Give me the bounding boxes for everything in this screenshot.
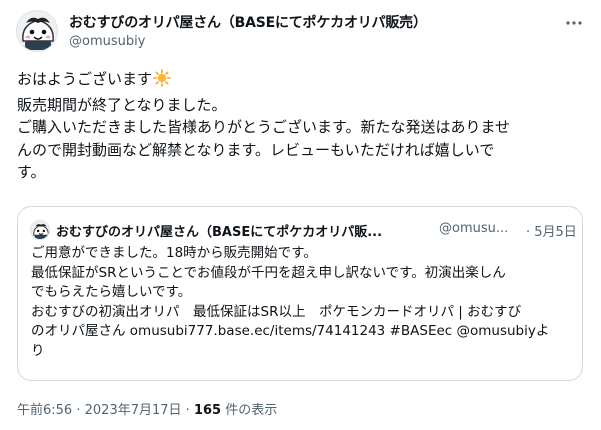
quoted-author-handle: @omusu... [439, 221, 509, 236]
author-avatar[interactable] [16, 10, 58, 52]
tweet-text-line: おはようございます [17, 68, 587, 94]
quoted-author-display-name: おむすびのオリパ屋さん（BASEにてポケカオリパ販... [56, 225, 383, 240]
tweet-text: おはようございます 販売期間が終了となりました。 ご購入いただきました皆様ありが… [17, 68, 587, 184]
quoted-tweet[interactable]: おむすびのオリパ屋さん（BASEにてポケカオリパ販... @omusu... ·… [17, 206, 583, 381]
views-label[interactable]: 件の表示 [225, 403, 277, 418]
cartoon-onigiri-avatar-icon [33, 224, 49, 239]
cartoon-onigiri-avatar-icon [22, 17, 54, 50]
quoted-author-avatar [30, 220, 50, 240]
views-count[interactable]: 165 [194, 403, 221, 418]
author-handle[interactable]: @omusubiy [69, 34, 145, 49]
quoted-date: · 5月5日 [526, 225, 577, 240]
more-options-icon[interactable] [563, 12, 585, 34]
tweet-header: おむすびのオリパ屋さん（BASEにてポケカオリパ販売） @omusubiy [16, 10, 585, 54]
quoted-text-line: ご用意ができました。18時から販売開始です。 [31, 245, 317, 261]
meta-separator: · [185, 403, 190, 418]
quoted-text-line: おむすびの初演出オリパ 最低保証はSR以上 ポケモンカードオリパ | おむすび [31, 303, 522, 320]
author-display-name[interactable]: おむすびのオリパ屋さん（BASEにてポケカオリパ販売） [69, 12, 427, 32]
tweet-text-line: んので開封動画など解禁となります。レビューもいただければ嬉しいで [17, 140, 495, 159]
tweet-time[interactable]: 午前6:56 [17, 403, 72, 418]
tweet-text-line: ご購入いただきました皆様ありがとうございます。新たな発送はありませ [17, 118, 511, 136]
quoted-text-line: り [31, 342, 45, 359]
meta-separator: · [76, 403, 81, 418]
tweet-text-line: す。 [17, 163, 46, 181]
sun-emoji-icon [153, 69, 171, 94]
quoted-tweet-text: ご用意ができました。18時から販売開始です。 最低保証がSRということでお値段が… [31, 244, 576, 361]
tweet-meta: 午前6:56 · 2023年7月17日 · 165 件の表示 [17, 399, 277, 418]
tweet-text-line: 販売期間が終了となりました。 [17, 95, 227, 114]
quoted-text-line: 最低保証がSRということでお値段が千円を超え申し訳ないです。初演出楽しん [31, 264, 506, 281]
quoted-text-line: のオリパ屋さん omusubi777.base.ec/items/7414124… [31, 323, 550, 339]
tweet-date[interactable]: 2023年7月17日 [85, 403, 182, 418]
quoted-text-line: でもらえたら嬉しいです。 [31, 284, 192, 300]
